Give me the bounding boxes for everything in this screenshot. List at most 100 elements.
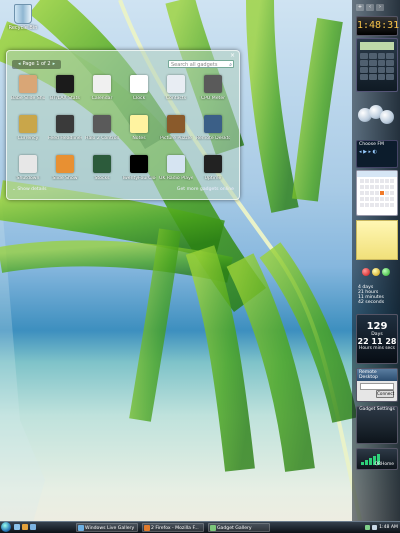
gadget-tile[interactable]: Babe Slide Show — [11, 75, 45, 101]
close-icon[interactable]: × — [229, 53, 236, 59]
settings-gadget-label: Gadget Settings — [359, 407, 395, 412]
gadget-tile[interactable]: CPU Meter — [196, 75, 230, 101]
gadget-label: Feed Headlines — [48, 136, 82, 141]
gadget-label: Picture Puzzle — [160, 136, 192, 141]
windows-sidebar: + ‹ › 1:48:31 Choose FM ◂ ▶ ▸ ◐ 4 days 2… — [352, 0, 400, 522]
gadget-label: Remote Desktop — [196, 136, 230, 141]
radio-controls[interactable]: ◂ ▶ ▸ ◐ — [357, 148, 397, 156]
gadget-icon — [167, 155, 185, 173]
browser-icon[interactable] — [22, 524, 28, 530]
system-tray: 1:48 AM — [365, 523, 398, 532]
gadget-tile[interactable]: Stocks — [85, 155, 119, 181]
gadget-tile[interactable]: Clock — [122, 75, 156, 101]
gadget-label: Slide Show — [52, 176, 78, 181]
gadget-tile[interactable]: Uptime — [196, 155, 230, 181]
signal-label: QRHome — [374, 462, 394, 467]
sidebar-controls: + ‹ › — [356, 4, 396, 12]
next-page-icon[interactable]: ▸ — [51, 61, 58, 67]
app-icon — [144, 525, 150, 531]
sidebar-prev-icon[interactable]: ‹ — [366, 4, 374, 11]
contacts-gadget[interactable] — [356, 104, 396, 134]
gadget-tile[interactable]: Contacts — [159, 75, 193, 101]
gadget-icon — [56, 115, 74, 133]
gadget-icon — [167, 75, 185, 93]
gadget-tile[interactable]: Shutdown — [11, 155, 45, 181]
recycle-bin[interactable]: Recycle Bin — [6, 4, 40, 31]
notes-gadget[interactable] — [356, 220, 398, 260]
settings-gadget[interactable]: Gadget Settings — [356, 406, 398, 444]
gadget-label: Shutdown — [16, 176, 40, 181]
gadget-label: Notes — [132, 136, 146, 141]
gadget-icon — [130, 75, 148, 93]
search-icon[interactable]: ⌕ — [229, 61, 232, 69]
gadget-tile[interactable]: Feed Headlines — [48, 115, 82, 141]
volume-icon[interactable] — [372, 525, 378, 530]
countdown-caption: Hours mins secs — [359, 346, 395, 351]
gadget-tile[interactable]: BT/LAX Stats — [48, 75, 82, 101]
contact-avatar — [380, 110, 394, 124]
gadget-icon — [93, 75, 111, 93]
remote-desktop-title: Remote Desktop — [357, 369, 397, 381]
gadget-tile[interactable]: Halo 2 Controll... — [85, 115, 119, 141]
taskbar-button[interactable]: 2 Firefox - Mozilla F... — [142, 523, 204, 532]
status-lights-gadget — [356, 268, 396, 280]
gadget-icon — [130, 115, 148, 133]
show-desktop-icon[interactable] — [14, 524, 20, 530]
gadget-label: Currency — [17, 136, 39, 141]
gadget-icon — [19, 115, 37, 133]
start-button[interactable] — [1, 522, 11, 532]
remote-host-field[interactable] — [360, 383, 394, 390]
gadget-icon — [56, 75, 74, 93]
recycle-bin-icon — [14, 4, 32, 24]
network-icon[interactable] — [365, 525, 371, 530]
tray-clock[interactable]: 1:48 AM — [379, 525, 398, 530]
gadget-label: Halo 2 Controll... — [85, 136, 119, 141]
gadget-icon — [93, 115, 111, 133]
gadget-tile[interactable]: Calendar — [85, 75, 119, 101]
taskbar-button[interactable]: Gadget Gallery — [208, 523, 270, 532]
gadget-tile[interactable]: Picture Puzzle — [159, 115, 193, 141]
gadget-tile[interactable]: Currency — [11, 115, 45, 141]
gadget-label: Clock — [132, 96, 146, 101]
add-gadget-icon[interactable]: + — [356, 4, 364, 11]
gadget-label: TwentyFourClock — [122, 176, 156, 181]
calendar-days — [357, 177, 397, 209]
taskbar: Windows Live Gallery 2 Firefox - Mozilla … — [0, 521, 400, 533]
countdown-days: 129 — [366, 321, 388, 332]
switch-windows-icon[interactable] — [30, 524, 36, 530]
uptime-gadget: 4 days 21 hours 11 minutes 42 seconds — [356, 284, 396, 308]
recycle-bin-label: Recycle Bin — [8, 25, 38, 31]
sidebar-next-icon[interactable]: › — [376, 4, 384, 11]
app-icon — [210, 525, 216, 531]
gadget-tile[interactable]: Remote Desktop — [196, 115, 230, 141]
radio-gadget[interactable]: Choose FM ◂ ▶ ▸ ◐ — [356, 140, 398, 168]
page-navigator[interactable]: ◂ Page 1 of 2 ▸ — [12, 60, 62, 69]
digital-clock-gadget: 1:48:31 — [356, 16, 399, 36]
remote-desktop-gadget: Remote Desktop Connect — [356, 368, 398, 402]
connect-button[interactable]: Connect — [376, 390, 394, 398]
gadget-label: UK Radio Player — [159, 176, 193, 181]
show-details-toggle[interactable]: ⌄ Show details — [12, 187, 46, 192]
gadget-label: Stocks — [94, 176, 110, 181]
gadget-gallery-window: × ◂ Page 1 of 2 ▸ Search all gadgets ⌕ Bab… — [6, 50, 240, 200]
calendar-gadget[interactable] — [356, 170, 398, 216]
gadget-icon — [130, 155, 148, 173]
quick-launch — [14, 524, 36, 530]
gadget-label: BT/LAX Stats — [50, 96, 80, 101]
page-label: Page 1 of 2 — [22, 61, 51, 67]
gadget-tile[interactable]: UK Radio Player — [159, 155, 193, 181]
uptime-seconds: 42 seconds — [358, 300, 385, 305]
gadget-tile[interactable]: Slide Show — [48, 155, 82, 181]
gadget-search-input[interactable]: Search all gadgets ⌕ — [168, 60, 234, 68]
gadget-icon — [19, 155, 37, 173]
gadget-icon — [93, 155, 111, 173]
calculator-display — [360, 42, 394, 50]
get-gadgets-online-link[interactable]: Get more gadgets online — [177, 187, 234, 192]
taskbar-button[interactable]: Windows Live Gallery — [76, 523, 138, 532]
gadget-tile[interactable]: TwentyFourClock — [122, 155, 156, 181]
gadget-icon — [204, 155, 222, 173]
calculator-gadget[interactable] — [356, 38, 398, 92]
gadget-label: CPU Meter — [200, 96, 226, 101]
gadget-icon — [19, 75, 37, 93]
gadget-tile[interactable]: Notes — [122, 115, 156, 141]
